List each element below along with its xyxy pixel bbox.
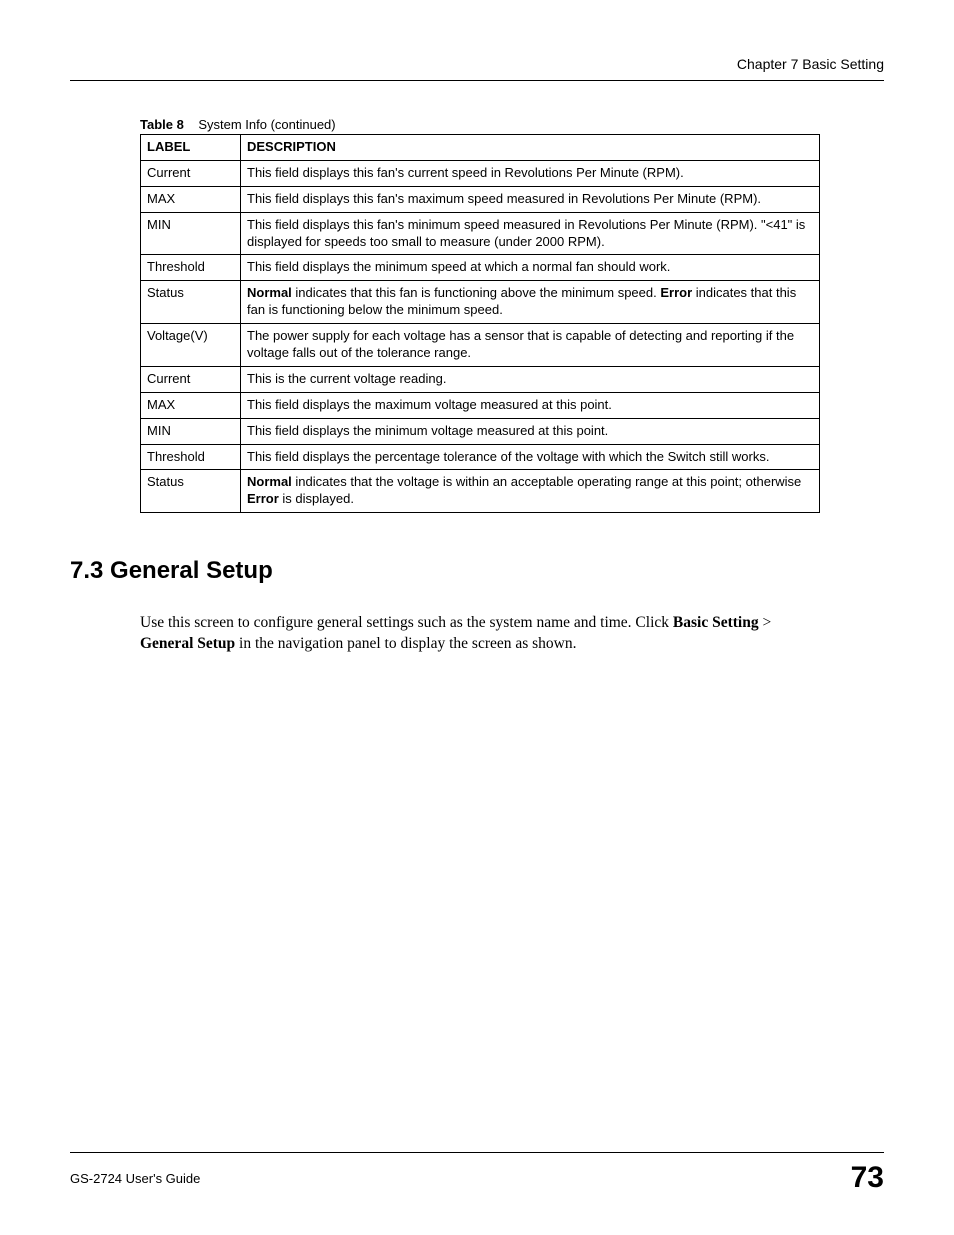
footer-guide-title: GS-2724 User's Guide: [70, 1171, 200, 1186]
table-row: MAXThis field displays this fan's maximu…: [141, 186, 820, 212]
table-row: Voltage(V)The power supply for each volt…: [141, 324, 820, 367]
table-row: MINThis field displays this fan's minimu…: [141, 212, 820, 255]
row-label: MIN: [141, 212, 241, 255]
page-header: Chapter 7 Basic Setting: [70, 56, 884, 81]
row-description: This is the current voltage reading.: [241, 366, 820, 392]
table-row: ThresholdThis field displays the minimum…: [141, 255, 820, 281]
table-caption: Table 8 System Info (continued): [140, 117, 884, 132]
table-row: MINThis field displays the minimum volta…: [141, 418, 820, 444]
row-description: This field displays the minimum voltage …: [241, 418, 820, 444]
section-paragraph: Use this screen to configure general set…: [140, 613, 820, 655]
desc-text: indicates that this fan is functioning a…: [292, 285, 661, 300]
nav-general-setup: General Setup: [140, 635, 235, 652]
row-label: Threshold: [141, 255, 241, 281]
para-text: >: [759, 614, 772, 631]
table-number: Table 8: [140, 117, 184, 132]
row-label: MAX: [141, 392, 241, 418]
row-description: This field displays the percentage toler…: [241, 444, 820, 470]
row-description: This field displays this fan's maximum s…: [241, 186, 820, 212]
chapter-label: Chapter 7 Basic Setting: [737, 56, 884, 72]
table-row: StatusNormal indicates that this fan is …: [141, 281, 820, 324]
table-row: CurrentThis field displays this fan's cu…: [141, 160, 820, 186]
row-label: Status: [141, 281, 241, 324]
row-description: Normal indicates that this fan is functi…: [241, 281, 820, 324]
para-text: in the navigation panel to display the s…: [235, 635, 576, 652]
col-description: DESCRIPTION: [241, 135, 820, 161]
row-label: Threshold: [141, 444, 241, 470]
table-row: StatusNormal indicates that the voltage …: [141, 470, 820, 513]
desc-text: indicates that the voltage is within an …: [292, 474, 801, 489]
table-row: ThresholdThis field displays the percent…: [141, 444, 820, 470]
row-label: Current: [141, 160, 241, 186]
desc-bold: Normal: [247, 474, 292, 489]
system-info-table: LABEL DESCRIPTION CurrentThis field disp…: [140, 134, 820, 513]
row-label: MIN: [141, 418, 241, 444]
para-text: Use this screen to configure general set…: [140, 614, 673, 631]
table-row: MAXThis field displays the maximum volta…: [141, 392, 820, 418]
section-heading: 7.3 General Setup: [70, 557, 884, 585]
row-description: This field displays the maximum voltage …: [241, 392, 820, 418]
row-label: Current: [141, 366, 241, 392]
table-header-row: LABEL DESCRIPTION: [141, 135, 820, 161]
table-row: CurrentThis is the current voltage readi…: [141, 366, 820, 392]
row-description: This field displays this fan's current s…: [241, 160, 820, 186]
desc-bold: Normal: [247, 285, 292, 300]
desc-bold: Error: [660, 285, 692, 300]
col-label: LABEL: [141, 135, 241, 161]
row-description: This field displays this fan's minimum s…: [241, 212, 820, 255]
row-description: This field displays the minimum speed at…: [241, 255, 820, 281]
row-label: MAX: [141, 186, 241, 212]
row-description: The power supply for each voltage has a …: [241, 324, 820, 367]
footer-page-number: 73: [851, 1161, 884, 1195]
desc-text: is displayed.: [279, 491, 354, 506]
row-label: Status: [141, 470, 241, 513]
desc-bold: Error: [247, 491, 279, 506]
table-title: System Info (continued): [198, 117, 335, 132]
nav-basic-setting: Basic Setting: [673, 614, 759, 631]
row-description: Normal indicates that the voltage is wit…: [241, 470, 820, 513]
page-footer: GS-2724 User's Guide 73: [70, 1152, 884, 1195]
page-content: Table 8 System Info (continued) LABEL DE…: [70, 81, 884, 1152]
row-label: Voltage(V): [141, 324, 241, 367]
